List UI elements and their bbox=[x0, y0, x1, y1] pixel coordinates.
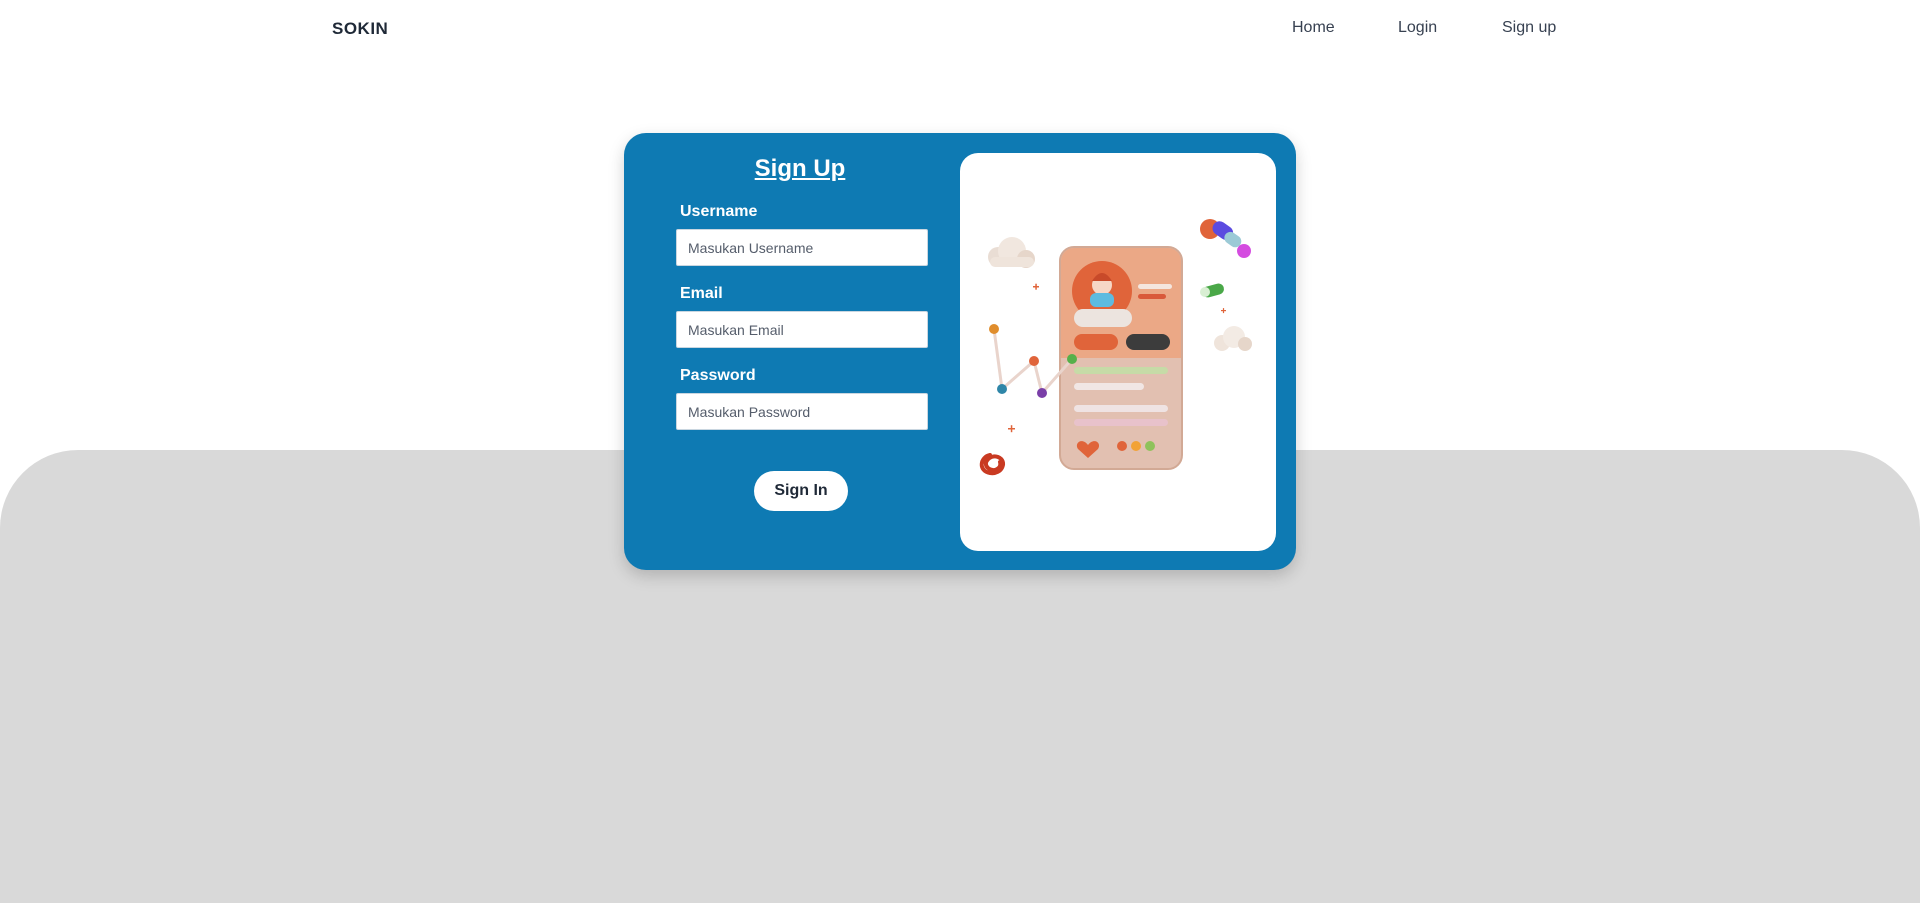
cloud-icon bbox=[1214, 326, 1252, 351]
swirl-icon bbox=[979, 453, 1006, 476]
nav-link-login[interactable]: Login bbox=[1398, 19, 1437, 37]
illustration-panel bbox=[960, 153, 1276, 551]
signup-card: Sign Up Username Email Password Sign In bbox=[624, 133, 1296, 570]
username-label: Username bbox=[680, 203, 758, 220]
sign-in-button[interactable]: Sign In bbox=[754, 471, 848, 511]
password-input[interactable] bbox=[676, 393, 928, 430]
email-label: Email bbox=[680, 285, 723, 302]
username-input[interactable] bbox=[676, 229, 928, 266]
nav-link-signup[interactable]: Sign up bbox=[1502, 19, 1556, 37]
capsule-decoration-icon bbox=[1200, 219, 1251, 298]
brand-logo[interactable]: SOKIN bbox=[332, 19, 388, 39]
password-label: Password bbox=[680, 367, 756, 384]
navbar: SOKIN Home Login Sign up bbox=[0, 0, 1920, 56]
form-title: Sign Up bbox=[754, 155, 846, 182]
nav-link-home[interactable]: Home bbox=[1292, 19, 1335, 37]
email-input[interactable] bbox=[676, 311, 928, 348]
phone-profile-illustration bbox=[979, 219, 1252, 476]
phone-icon bbox=[1059, 246, 1183, 470]
cloud-icon bbox=[988, 237, 1035, 268]
